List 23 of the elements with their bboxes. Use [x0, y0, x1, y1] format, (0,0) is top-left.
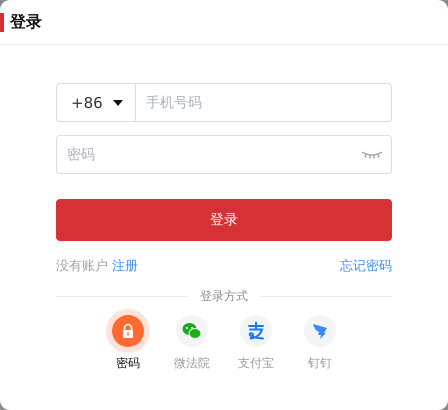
- accent-bar: [0, 12, 4, 32]
- chat-bubbles-icon: [182, 322, 202, 340]
- login-method-label: 微法院: [174, 355, 210, 372]
- login-method-button[interactable]: [112, 315, 144, 347]
- lock-icon: [120, 323, 136, 339]
- wing-icon: [312, 322, 328, 340]
- login-method-label: 钉钉: [308, 355, 332, 372]
- dialog-title: 登录: [10, 12, 42, 32]
- phone-field[interactable]: +86 手机号码: [56, 83, 392, 122]
- country-code-select[interactable]: +86: [57, 84, 136, 121]
- closed-eye-icon[interactable]: [361, 150, 383, 158]
- login-button[interactable]: 登录: [56, 199, 392, 241]
- caret-icon: [113, 100, 123, 106]
- phone-number-input[interactable]: 手机号码: [136, 84, 391, 121]
- login-method-button[interactable]: [304, 315, 336, 347]
- login-method-label: 支付宝: [238, 355, 274, 372]
- login-method-button[interactable]: [176, 315, 208, 347]
- login-method-label: 密码: [116, 355, 140, 372]
- register-link[interactable]: 注册: [112, 259, 138, 274]
- login-method-button[interactable]: [240, 315, 272, 347]
- forgot-password-link[interactable]: 忘记密码: [340, 257, 392, 275]
- no-account-text: 没有账户: [56, 259, 108, 274]
- login-methods-heading: 登录方式: [200, 288, 248, 305]
